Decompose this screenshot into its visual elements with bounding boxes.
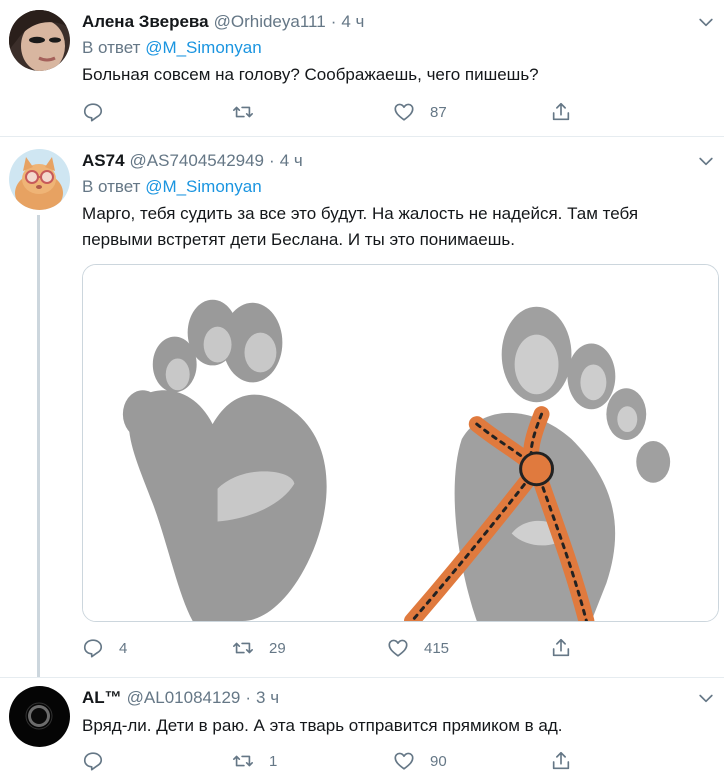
reply-button[interactable]: 4 (82, 636, 127, 660)
reply-icon (83, 752, 103, 771)
timestamp[interactable]: 4 ч (341, 12, 364, 32)
reply-button[interactable] (82, 100, 119, 124)
like-button[interactable]: 90 (393, 749, 447, 773)
retweet-icon (233, 755, 253, 767)
timestamp[interactable]: 4 ч (280, 151, 303, 171)
reply-icon (83, 639, 103, 658)
user-name[interactable]: AL™ (82, 688, 122, 708)
tweet-header: AL™ @AL01084129 · 3 ч (82, 686, 716, 710)
tweet-header: Алена Зверева @Orhideya111 · 4 ч (82, 10, 716, 34)
share-icon (552, 751, 570, 770)
share-button[interactable] (550, 636, 572, 660)
user-handle[interactable]: @Orhideya111 (214, 12, 326, 32)
separator-dot: · (330, 12, 337, 31)
reply-context: В ответ @M_Simonyan (82, 173, 716, 201)
avatar-al[interactable] (9, 686, 70, 747)
tweet-text-line: Марго, тебя судить за все это будут. На … (82, 204, 639, 223)
avatar-alena[interactable] (9, 10, 70, 71)
user-name[interactable]: Алена Зверева (82, 12, 209, 32)
like-button[interactable]: 415 (387, 636, 449, 660)
like-count: 87 (430, 103, 447, 121)
share-button[interactable] (550, 749, 572, 773)
tweet-actions: 87 (82, 100, 582, 124)
heart-icon (388, 639, 408, 657)
tweet-text: Вряд-ли. Дети в раю. А эта тварь отправи… (82, 716, 563, 735)
chevron-down-icon[interactable] (696, 12, 716, 32)
share-icon (552, 638, 570, 657)
retweet-icon (233, 642, 253, 654)
reply-prefix: В ответ (82, 38, 141, 57)
tweet-media-image[interactable] (82, 264, 719, 622)
reply-button[interactable] (82, 749, 119, 773)
share-icon (552, 102, 570, 121)
tweet-3[interactable]: AL™ @AL01084129 · 3 ч Вряд-ли. Дети в ра… (0, 678, 724, 778)
share-button[interactable] (550, 100, 572, 124)
reply-mention-link[interactable]: @M_Simonyan (145, 177, 261, 196)
tweet-actions: 1 90 (82, 749, 582, 773)
reply-mention-link[interactable]: @M_Simonyan (145, 38, 261, 57)
separator-dot: · (245, 688, 252, 707)
reply-prefix: В ответ (82, 177, 141, 196)
user-name[interactable]: AS74 (82, 151, 125, 171)
separator-dot: · (269, 151, 275, 170)
retweet-button[interactable] (232, 100, 269, 124)
timestamp[interactable]: 3 ч (256, 688, 279, 708)
tweet-text: Больная совсем на голову? Соображаешь, ч… (82, 65, 539, 84)
retweet-button[interactable]: 29 (232, 636, 286, 660)
like-button[interactable]: 87 (393, 100, 447, 124)
user-handle[interactable]: @AS7404542949 (130, 151, 264, 171)
heart-icon (394, 103, 414, 121)
tweet-text: Марго, тебя судить за все это будут. На … (82, 201, 716, 253)
tweet-1[interactable]: Алена Зверева @Orhideya111 · 4 ч В ответ… (0, 0, 724, 135)
tweet-header: AS74 @AS7404542949 · 4 ч (82, 149, 716, 173)
reply-icon (83, 103, 103, 122)
tweet-actions: 4 29 415 (82, 636, 582, 660)
like-count: 415 (424, 639, 450, 657)
retweet-count: 1 (269, 752, 278, 770)
avatar-as74[interactable] (9, 149, 70, 210)
reply-count: 4 (119, 639, 128, 657)
chevron-down-icon[interactable] (696, 151, 716, 171)
user-handle[interactable]: @AL01084129 (127, 688, 241, 708)
reply-context: В ответ @M_Simonyan (82, 34, 716, 62)
like-count: 90 (430, 752, 447, 770)
retweet-button[interactable]: 1 (232, 749, 277, 773)
retweet-count: 29 (269, 639, 286, 657)
retweet-icon (233, 106, 253, 118)
tweet-text-line: первыми встретят дети Беслана. И ты это … (82, 230, 515, 249)
heart-icon (394, 752, 414, 770)
chevron-down-icon[interactable] (696, 688, 716, 708)
